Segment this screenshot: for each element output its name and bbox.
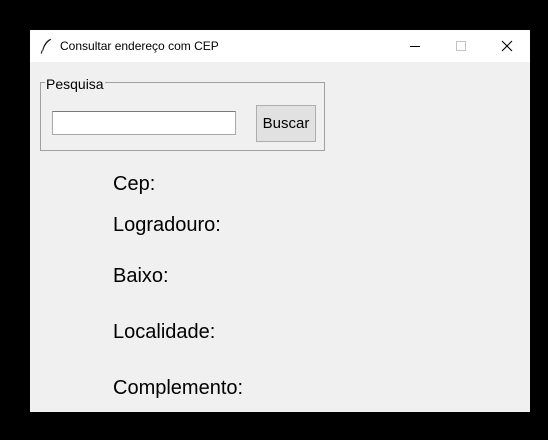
maximize-button[interactable]	[438, 30, 484, 62]
close-button[interactable]	[484, 30, 530, 62]
search-button[interactable]: Buscar	[256, 105, 316, 142]
window-title: Consultar endereço com CEP	[60, 39, 219, 53]
complemento-label: Complemento:	[113, 377, 244, 399]
cep-search-input[interactable]	[52, 111, 236, 135]
baixo-label: Baixo:	[113, 265, 169, 287]
title-bar[interactable]: Consultar endereço com CEP	[30, 30, 530, 62]
close-icon	[501, 40, 513, 52]
search-group-label: Pesquisa	[45, 75, 105, 93]
localidade-label: Localidade:	[113, 321, 216, 343]
app-window: Consultar endereço com CEP Pesquisa Busc…	[30, 30, 530, 412]
maximize-icon	[456, 41, 466, 51]
minimize-button[interactable]	[392, 30, 438, 62]
minimize-icon	[410, 46, 420, 47]
feather-icon	[40, 38, 52, 54]
cep-label: Cep:	[113, 173, 156, 195]
logradouro-label: Logradouro:	[113, 214, 221, 236]
